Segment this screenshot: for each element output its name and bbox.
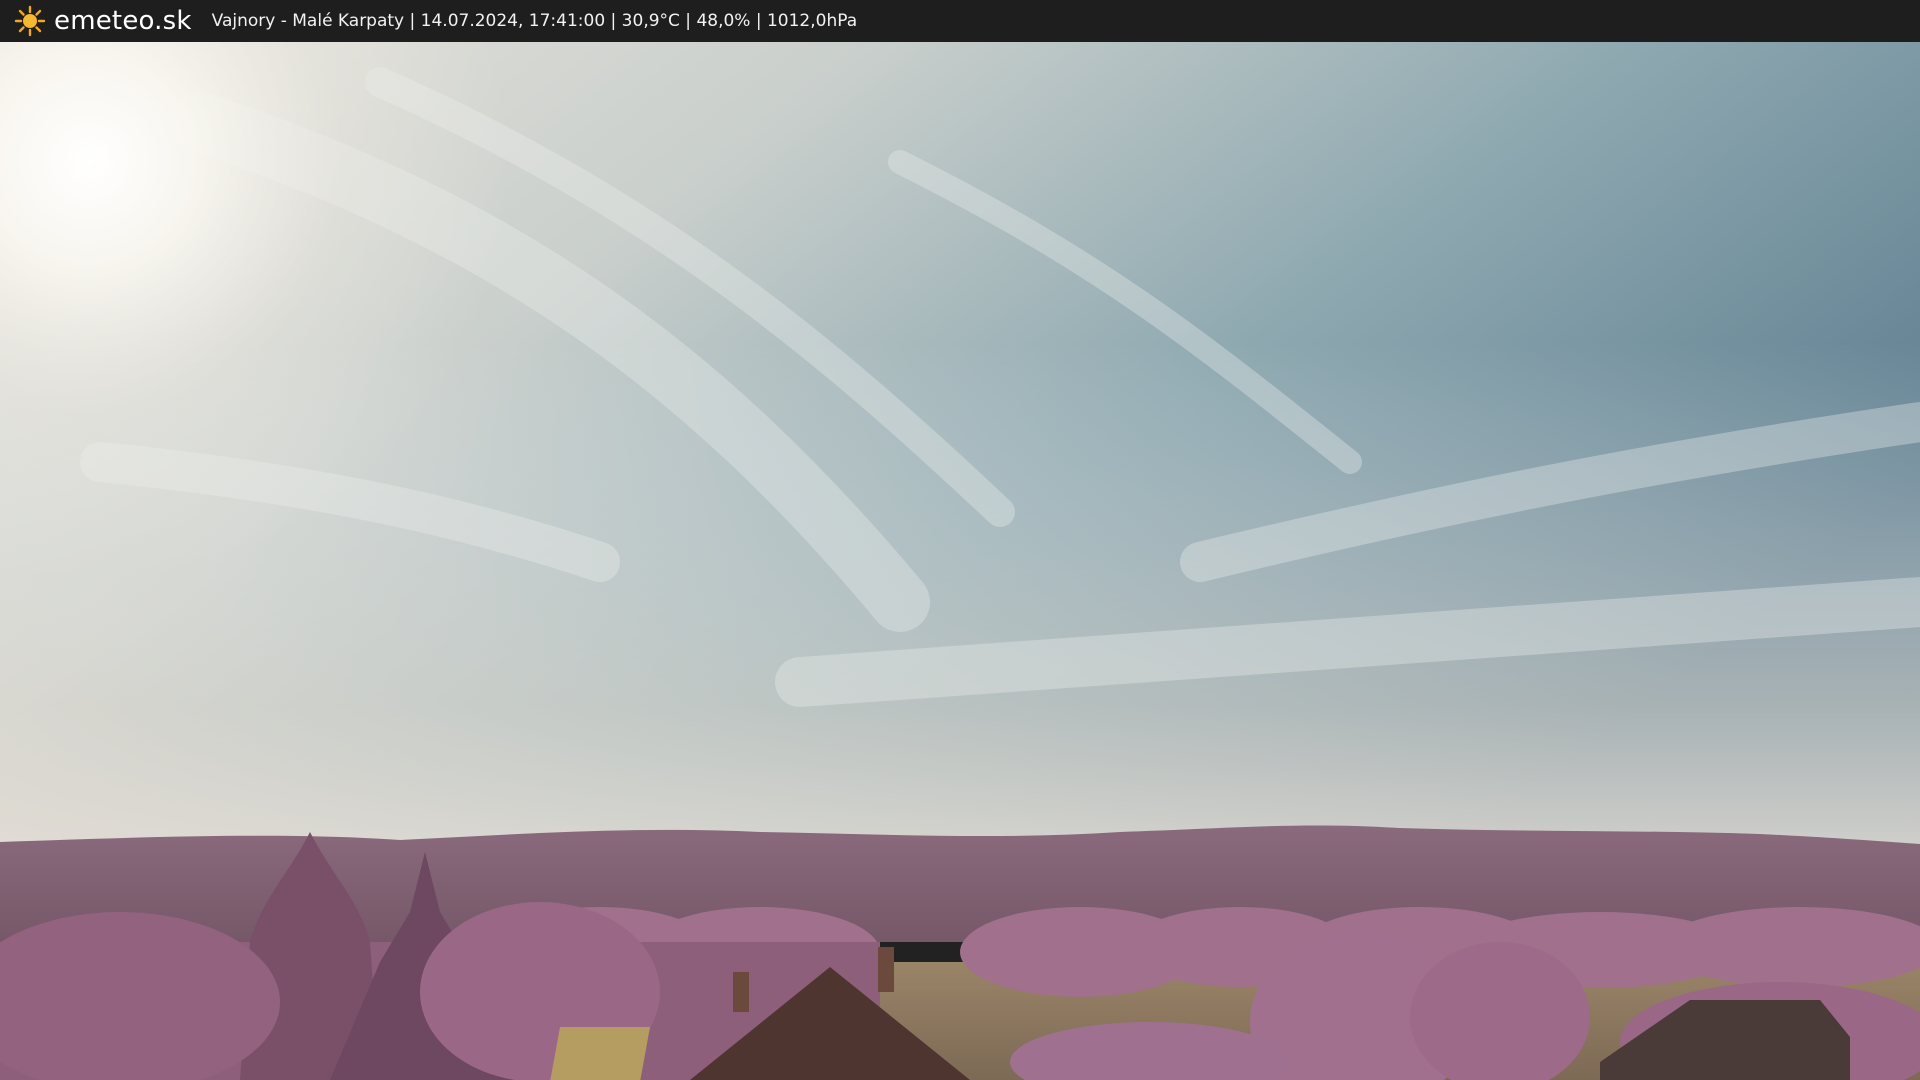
sun-glare — [0, 42, 1920, 862]
webcam-image — [0, 42, 1920, 1080]
sun-icon — [14, 5, 46, 37]
top-bar: emeteo.sk Vajnory - Malé Karpaty | 14.07… — [0, 0, 1920, 42]
webcam-caption: Vajnory - Malé Karpaty | 14.07.2024, 17:… — [211, 11, 858, 31]
brand-name[interactable]: emeteo.sk — [54, 6, 192, 36]
